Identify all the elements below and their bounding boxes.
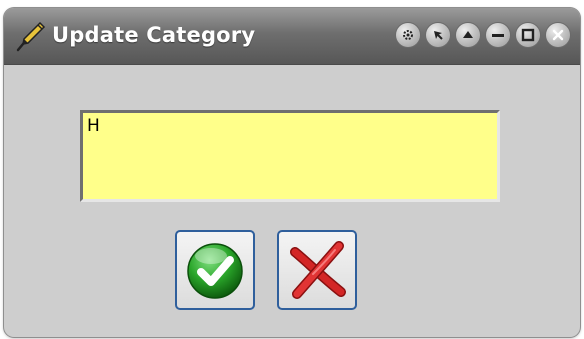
red-x-icon	[290, 241, 346, 299]
title-bar[interactable]: Update Category	[4, 8, 580, 65]
pin-icon[interactable]	[426, 23, 450, 47]
close-icon[interactable]	[546, 23, 570, 47]
update-category-dialog: Update Category H	[4, 8, 580, 337]
category-text-field[interactable]: H	[80, 110, 500, 202]
cancel-button[interactable]	[277, 230, 357, 310]
roll-up-icon[interactable]	[456, 23, 480, 47]
maximize-icon[interactable]	[516, 23, 540, 47]
pen-icon	[16, 21, 46, 52]
window-title: Update Category	[52, 23, 256, 47]
settings-icon[interactable]	[396, 23, 420, 47]
minimize-icon[interactable]	[486, 23, 510, 47]
category-text-value: H	[87, 116, 100, 136]
ok-button[interactable]	[175, 230, 255, 310]
window-controls	[396, 23, 570, 47]
green-checkmark-icon	[187, 243, 243, 299]
